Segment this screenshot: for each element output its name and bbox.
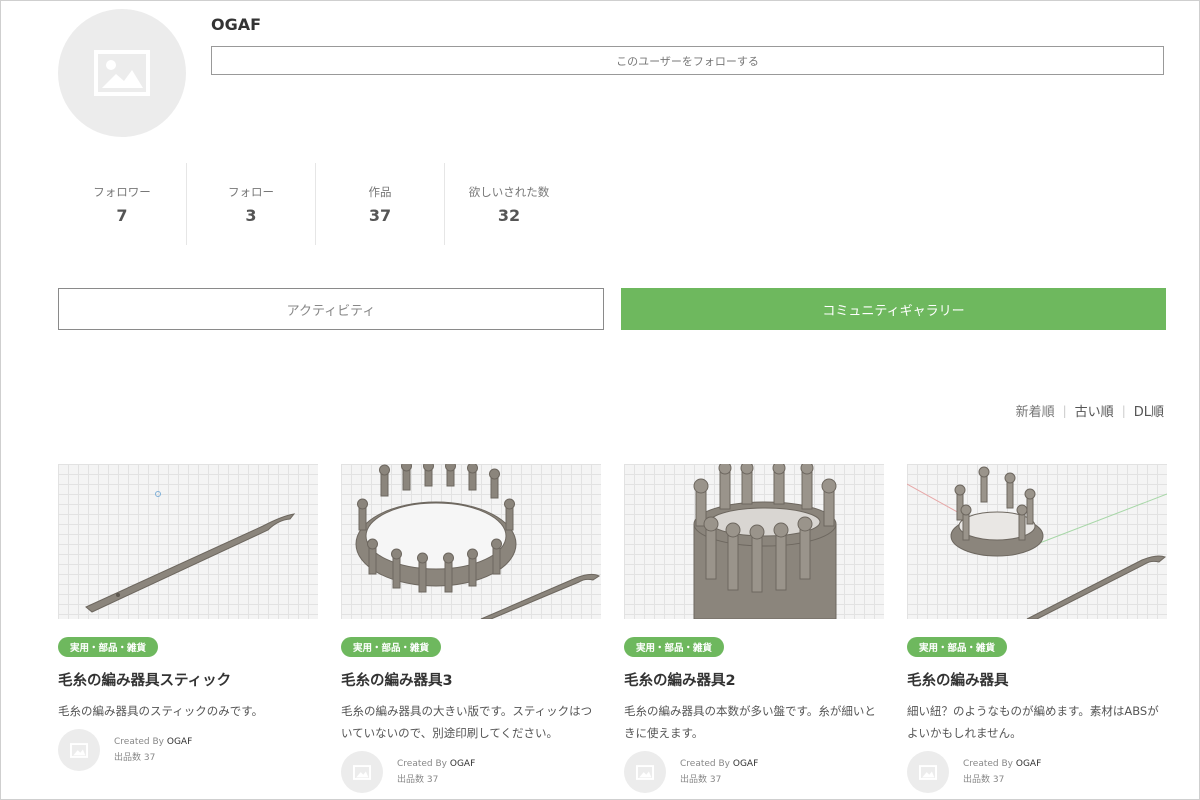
profile-avatar	[58, 9, 186, 137]
profile-username: OGAF	[211, 15, 262, 34]
creator-info: Created By OGAF 出品数 37	[963, 756, 1041, 788]
card-thumbnail[interactable]	[907, 464, 1167, 619]
creator-avatar	[907, 751, 949, 793]
gallery-card[interactable]: 実用・部品・雑貨 毛糸の編み器具 細い紐？のようなものが編めます。素材はABSが…	[907, 464, 1167, 793]
category-tag[interactable]: 実用・部品・雑貨	[624, 637, 725, 657]
creator-name[interactable]: OGAF	[733, 759, 758, 769]
card-description: 毛糸の編み器具のスティックのみです。	[58, 704, 264, 718]
card-title[interactable]: 毛糸の編み器具	[907, 669, 1009, 690]
image-placeholder-icon	[70, 742, 88, 758]
card-thumbnail[interactable]	[58, 464, 318, 619]
stat-label: フォロー	[228, 184, 274, 199]
created-by-label: Created By	[680, 759, 730, 769]
card-description: 細い紐？のようなものが編めます。素材はABSがよいかもしれません。	[907, 704, 1159, 740]
stat-wanted: 欲しいされた数 32	[445, 163, 573, 245]
gallery-card[interactable]: 実用・部品・雑貨 毛糸の編み器具3 毛糸の編み器具の大きい版です。スティックはつ…	[341, 464, 601, 793]
creator-avatar	[624, 751, 666, 793]
sort-divider: |	[1062, 403, 1067, 418]
card-creator[interactable]: Created By OGAF 出品数 37	[907, 751, 1041, 793]
model-render-large-ring	[355, 464, 600, 619]
created-by-label: Created By	[397, 759, 447, 769]
creator-info: Created By OGAF 出品数 37	[680, 756, 758, 788]
card-title[interactable]: 毛糸の編み器具2	[624, 669, 736, 690]
model-render-stick	[85, 491, 296, 613]
stat-works[interactable]: 作品 37	[316, 163, 445, 245]
image-placeholder-icon	[919, 764, 937, 780]
stat-following[interactable]: フォロー 3	[187, 163, 316, 245]
sort-newest[interactable]: 新着順	[1016, 401, 1055, 420]
card-thumbnail[interactable]	[341, 464, 601, 619]
model-render-small-ring	[907, 466, 1167, 619]
card-creator[interactable]: Created By OGAF 出品数 37	[624, 751, 758, 793]
card-title[interactable]: 毛糸の編み器具スティック	[58, 669, 231, 690]
sort-divider: |	[1121, 403, 1126, 418]
sort-oldest[interactable]: 古い順	[1075, 401, 1114, 420]
image-placeholder-icon	[94, 50, 150, 96]
created-by-label: Created By	[114, 737, 164, 747]
category-tag[interactable]: 実用・部品・雑貨	[58, 637, 159, 657]
card-description: 毛糸の編み器具の本数が多い盤です。糸が細いときに使えます。	[624, 704, 876, 740]
follow-button[interactable]: このユーザーをフォローする	[211, 46, 1164, 75]
creator-item-count: 出品数 37	[114, 753, 156, 763]
gallery-card[interactable]: 実用・部品・雑貨 毛糸の編み器具2 毛糸の編み器具の本数が多い盤です。糸が細いと…	[624, 464, 884, 793]
stat-followers[interactable]: フォロワー 7	[58, 163, 187, 245]
card-title[interactable]: 毛糸の編み器具3	[341, 669, 453, 690]
stat-value: 37	[368, 205, 392, 225]
card-creator[interactable]: Created By OGAF 出品数 37	[341, 751, 475, 793]
gallery-card[interactable]: 実用・部品・雑貨 毛糸の編み器具スティック 毛糸の編み器具のスティックのみです。…	[58, 464, 318, 771]
creator-info: Created By OGAF 出品数 37	[397, 756, 475, 788]
creator-name[interactable]: OGAF	[450, 759, 475, 769]
stat-label: 作品	[368, 184, 392, 199]
creator-avatar	[341, 751, 383, 793]
stat-value: 32	[497, 205, 521, 225]
tab-community-gallery[interactable]: コミュニティギャラリー	[621, 288, 1166, 330]
image-placeholder-icon	[636, 764, 654, 780]
card-thumbnail[interactable]	[624, 464, 884, 619]
category-tag[interactable]: 実用・部品・雑貨	[907, 637, 1008, 657]
category-tag[interactable]: 実用・部品・雑貨	[341, 637, 442, 657]
sort-downloads[interactable]: DL順	[1134, 401, 1164, 420]
stat-label: フォロワー	[93, 184, 151, 199]
model-render-tall-ring	[693, 464, 837, 619]
card-creator[interactable]: Created By OGAF 出品数 37	[58, 729, 192, 771]
tab-activity[interactable]: アクティビティ	[58, 288, 604, 330]
creator-item-count: 出品数 37	[397, 775, 439, 785]
profile-stats: フォロワー 7 フォロー 3 作品 37 欲しいされた数 32	[58, 163, 573, 245]
created-by-label: Created By	[963, 759, 1013, 769]
stat-label: 欲しいされた数	[468, 184, 550, 199]
creator-name[interactable]: OGAF	[167, 737, 192, 747]
creator-avatar	[58, 729, 100, 771]
stat-value: 7	[116, 205, 128, 225]
sort-options: 新着順 | 古い順 | DL順	[1016, 401, 1164, 421]
creator-item-count: 出品数 37	[680, 775, 722, 785]
creator-item-count: 出品数 37	[963, 775, 1005, 785]
creator-info: Created By OGAF 出品数 37	[114, 734, 192, 766]
creator-name[interactable]: OGAF	[1016, 759, 1041, 769]
card-description: 毛糸の編み器具の大きい版です。スティックはついていないので、別途印刷してください…	[341, 704, 593, 740]
image-placeholder-icon	[353, 764, 371, 780]
stat-value: 3	[245, 205, 257, 225]
